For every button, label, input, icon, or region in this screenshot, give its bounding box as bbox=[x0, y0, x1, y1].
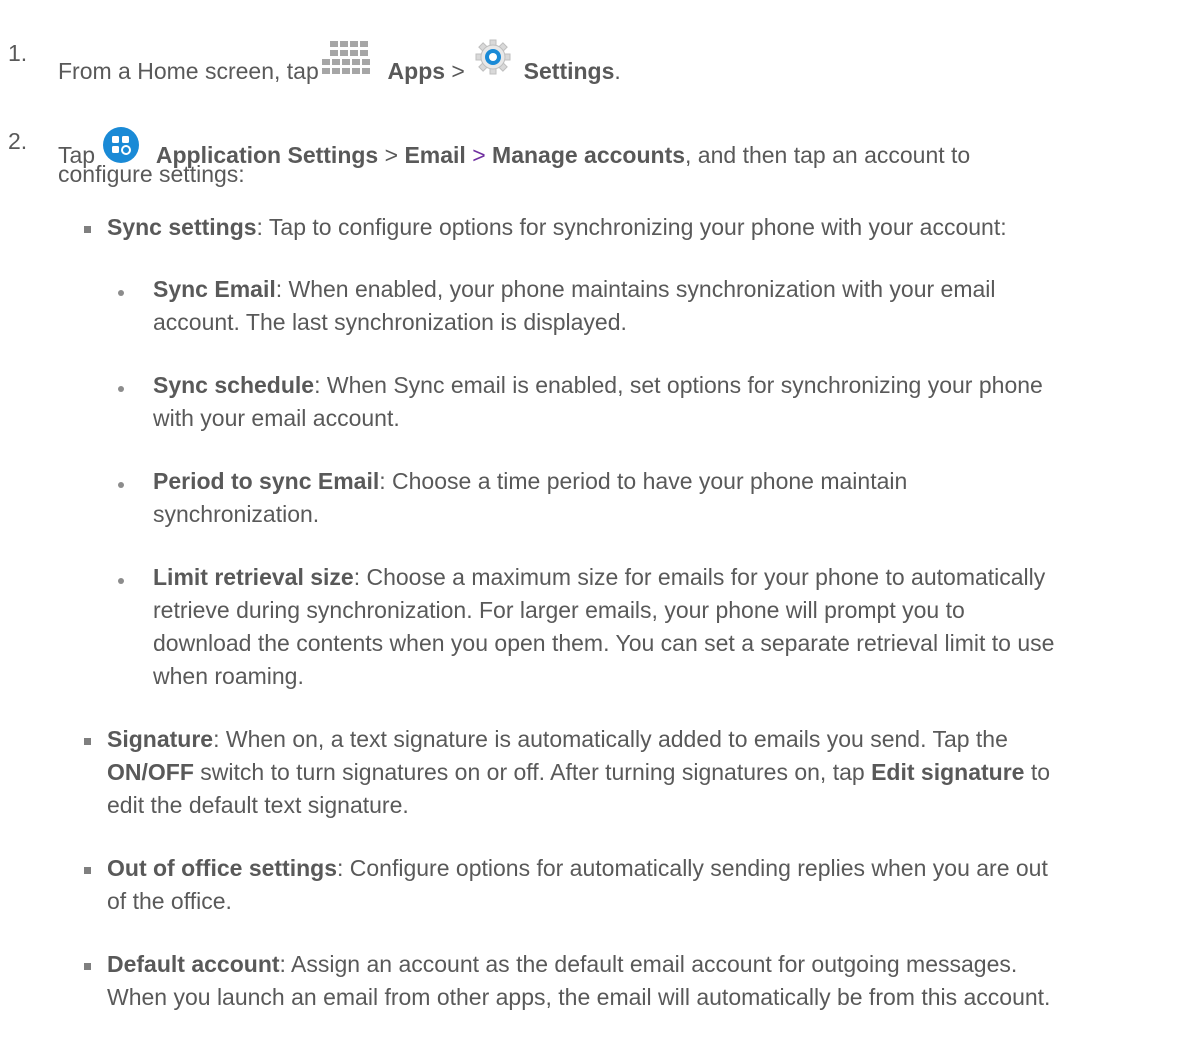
email-label: Email bbox=[404, 142, 466, 168]
step-2-sep1: > bbox=[378, 142, 405, 168]
item-signature-line2-a: switch to turn signatures on or off. Aft… bbox=[193, 759, 872, 785]
settings-gear-icon bbox=[475, 39, 511, 75]
apps-grid-icon bbox=[322, 41, 371, 74]
bullet-dot bbox=[118, 386, 124, 392]
item-sync-schedule-title: Sync schedule bbox=[153, 372, 315, 398]
step-2-sep2: > bbox=[465, 142, 493, 168]
item-sync-email: Sync Email: When enabled, your phone mai… bbox=[153, 273, 996, 306]
item-signature-line1: : When on, a text signature is automatic… bbox=[213, 726, 1008, 752]
item-limit: Limit retrieval size: Choose a maximum s… bbox=[153, 561, 1045, 594]
bullet-square bbox=[84, 226, 91, 233]
item-sync-email-title: Sync Email bbox=[153, 276, 276, 302]
apps-label: Apps bbox=[387, 58, 446, 84]
item-period-title: Period to sync Email bbox=[153, 468, 380, 494]
bullet-square bbox=[84, 867, 91, 874]
step-1-pre: From a Home screen, tap bbox=[58, 58, 326, 84]
item-limit-line1: : Choose a maximum size for emails for y… bbox=[353, 564, 1046, 590]
item-sync-settings-title: Sync settings bbox=[107, 214, 257, 240]
item-period-line1: : Choose a time period to have your phon… bbox=[379, 468, 908, 494]
item-sync-email-line2: account. The last synchronization is dis… bbox=[153, 309, 627, 335]
item-ooo-line2: of the office. bbox=[107, 888, 232, 914]
item-default-title: Default account bbox=[107, 951, 280, 977]
step-2-post-line1: , and then tap an account to bbox=[685, 142, 971, 168]
item-limit-line3: download the contents when you open them… bbox=[153, 630, 1055, 656]
item-signature-line2: ON/OFF switch to turn signatures on or o… bbox=[107, 756, 1050, 789]
item-sync-schedule: Sync schedule: When Sync email is enable… bbox=[153, 369, 1043, 402]
bullet-square bbox=[84, 738, 91, 745]
item-ooo-title: Out of office settings bbox=[107, 855, 337, 881]
item-ooo: Out of office settings: Configure option… bbox=[107, 852, 1048, 885]
step-1-text: From a Home screen, tap Apps > Settings. bbox=[58, 37, 621, 88]
step-1-number: 1. bbox=[8, 40, 28, 66]
item-period: Period to sync Email: Choose a time peri… bbox=[153, 465, 907, 498]
item-default: Default account: Assign an account as th… bbox=[107, 948, 1017, 981]
step-1-post: . bbox=[614, 58, 621, 84]
item-signature-line3: edit the default text signature. bbox=[107, 792, 409, 818]
bullet-square bbox=[84, 963, 91, 970]
item-sync-schedule-line1: : When Sync email is enabled, set option… bbox=[314, 372, 1043, 398]
item-default-line1: : Assign an account as the default email… bbox=[279, 951, 1018, 977]
step-1-sep: > bbox=[445, 58, 472, 84]
item-sync-email-line1: : When enabled, your phone maintains syn… bbox=[275, 276, 996, 302]
item-sync-schedule-line2: with your email account. bbox=[153, 405, 400, 431]
item-limit-line2: retrieve during synchronization. For lar… bbox=[153, 597, 965, 623]
item-sync-settings: Sync settings: Tap to configure options … bbox=[107, 211, 1007, 244]
item-signature-line2-b: to bbox=[1024, 759, 1051, 785]
settings-label: Settings bbox=[523, 58, 615, 84]
item-default-line2: When you launch an email from other apps… bbox=[107, 984, 1051, 1010]
step-2-number: 2. bbox=[8, 128, 28, 154]
on-off-label: ON/OFF bbox=[107, 759, 194, 785]
item-signature-title: Signature bbox=[107, 726, 214, 752]
edit-signature-label: Edit signature bbox=[871, 759, 1025, 785]
bullet-dot bbox=[118, 578, 124, 584]
bullet-dot bbox=[118, 290, 124, 296]
item-signature: Signature: When on, a text signature is … bbox=[107, 723, 1008, 756]
bullet-dot bbox=[118, 482, 124, 488]
item-period-line2: synchronization. bbox=[153, 501, 320, 527]
item-limit-line4: when roaming. bbox=[153, 663, 304, 689]
step-2-post-line2: configure settings: bbox=[58, 161, 245, 187]
item-limit-title: Limit retrieval size bbox=[153, 564, 354, 590]
item-sync-settings-text: : Tap to configure options for synchroni… bbox=[256, 214, 1007, 240]
manage-accounts-label: Manage accounts bbox=[492, 142, 686, 168]
item-ooo-line1: : Configure options for automatically se… bbox=[337, 855, 1048, 881]
